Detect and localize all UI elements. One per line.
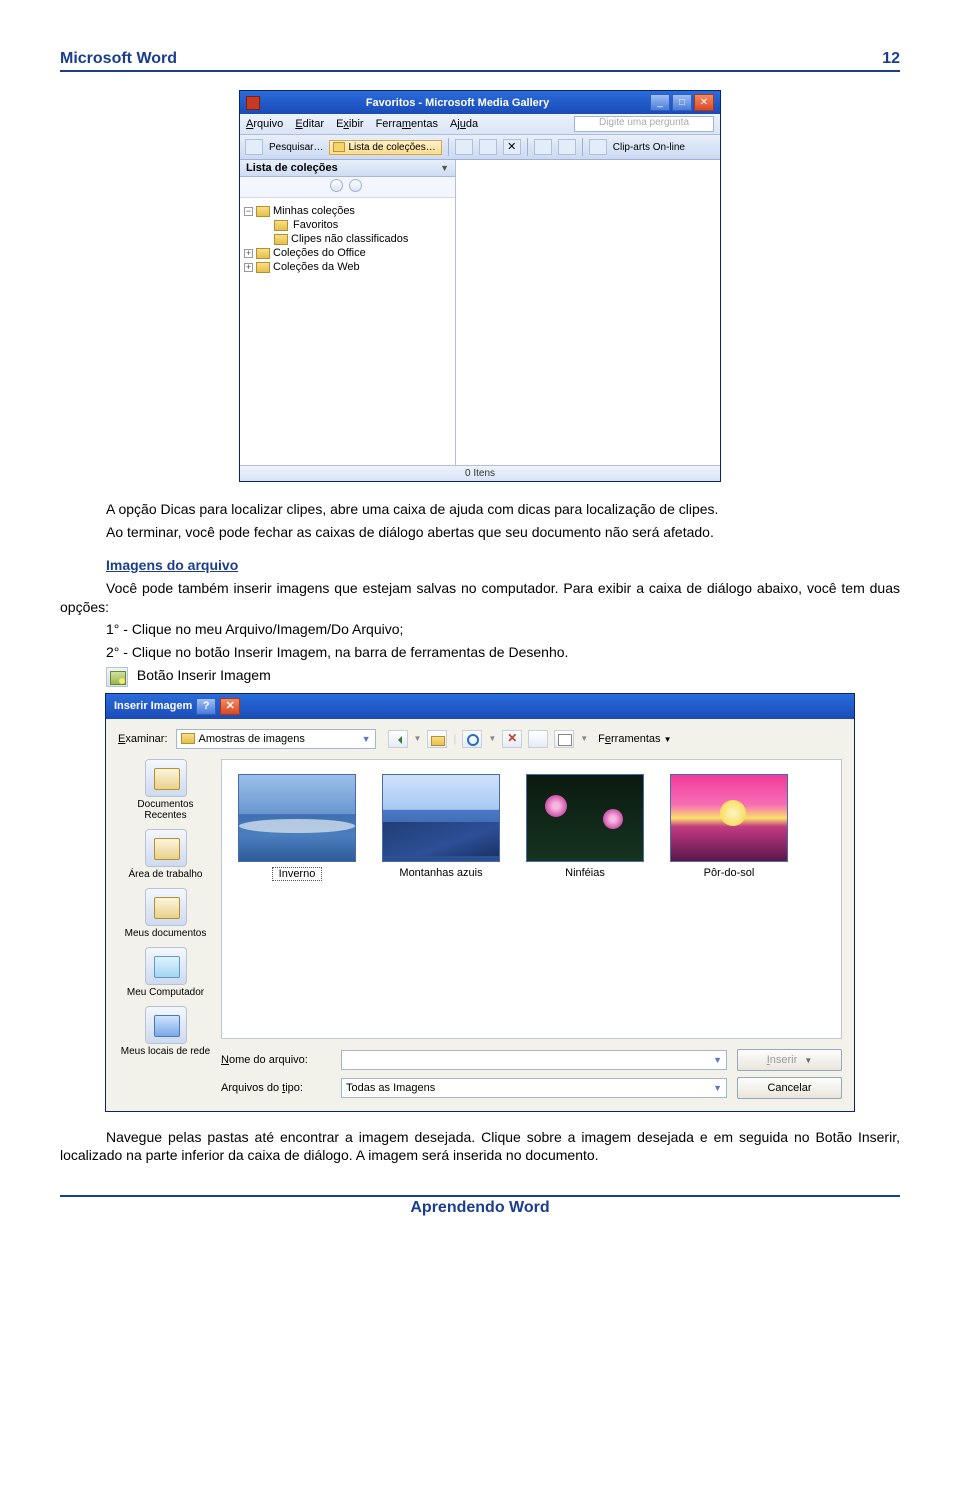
thumb-ninfeias[interactable]: Ninféias [526,774,644,879]
app-icon [246,96,260,110]
thumb-por-do-sol[interactable]: Pôr-do-sol [670,774,788,879]
views-icon[interactable] [554,730,574,748]
folder-icon [181,733,195,744]
menubar: Arquivo Editar Exibir Ferramentas Ajuda … [240,114,720,135]
place-mydocs[interactable]: Meus documentos [118,888,213,939]
list-icon[interactable] [534,139,552,155]
details-icon[interactable] [558,139,576,155]
place-desktop[interactable]: Área de trabalho [118,829,213,880]
nav-back-icon[interactable] [330,179,343,192]
delete-icon[interactable] [502,730,522,748]
places-bar: Documentos Recentes Área de trabalho Meu… [118,759,213,1099]
menu-ferramentas[interactable]: Ferramentas [376,118,438,130]
gallery-main-area [456,160,720,465]
ferramentas-menu[interactable]: Ferramentas ▼ [598,733,671,745]
place-mycomputer[interactable]: Meu Computador [118,947,213,998]
media-gallery-window: Favoritos - Microsoft Media Gallery _ □ … [239,90,721,482]
insert-image-dialog: Inserir Imagem ? ✕ Examinar: Amostras de… [105,693,855,1112]
back-icon[interactable] [388,730,408,748]
toolbar-pesquisar[interactable]: Pesquisar… [269,142,323,153]
dialog-titlebar[interactable]: Inserir Imagem ? ✕ [106,694,854,719]
titlebar[interactable]: Favoritos - Microsoft Media Gallery _ □ … [240,91,720,114]
tree-minhas-colecoes[interactable]: −Minhas coleções [244,204,451,218]
close-button[interactable]: ✕ [694,94,714,111]
inserir-button[interactable]: Inserir ▼ [737,1049,842,1071]
search-web-icon[interactable] [462,730,482,748]
list-item-1: 1° - Clique no meu Arquivo/Imagem/Do Arq… [106,620,900,639]
collection-tree: −Minhas coleções Favoritos Clipes não cl… [240,198,455,280]
tipo-dropdown[interactable]: Todas as Imagens▼ [341,1078,727,1098]
heading-imagens-arquivo: Imagens do arquivo [60,556,900,575]
globe-icon[interactable] [589,139,607,155]
paragraph-dicas: A opção Dicas para localizar clipes, abr… [60,500,900,519]
new-folder-icon[interactable] [528,730,548,748]
paragraph-inserir-imagens: Você pode também inserir imagens que est… [60,579,900,617]
thumb-image [382,774,500,862]
lookIn-bar: Examinar: Amostras de imagens ▼ ▼ | ▼ [118,729,842,749]
thumbnail-area: Inverno Montanhas azuis Ninféias Pô [221,759,842,1039]
header-title: Microsoft Word [60,50,177,68]
botao-inserir-imagem-label: Botão Inserir Imagem [106,666,900,686]
paragraph-navegue: Navegue pelas pastas até encontrar a ima… [60,1128,900,1166]
place-recent[interactable]: Documentos Recentes [118,759,213,821]
chevron-down-icon: ▼ [362,734,371,744]
toolbar-cliparts[interactable]: Clip-arts On-line [613,142,685,153]
tree-favoritos[interactable]: Favoritos [244,218,451,232]
thumb-image [526,774,644,862]
maximize-button[interactable]: □ [672,94,692,111]
close-button[interactable]: ✕ [220,698,240,715]
window-title: Favoritos - Microsoft Media Gallery [265,97,650,109]
page-number: 12 [882,50,900,68]
nav-fwd-icon[interactable] [349,179,362,192]
minimize-button[interactable]: _ [650,94,670,111]
thumb-inverno[interactable]: Inverno [238,774,356,881]
nav-toolbar: ▼ | ▼ ▼ Ferramentas ▼ [388,730,672,748]
list-item-2: 2° - Clique no botão Inserir Imagem, na … [106,643,900,662]
delete-icon[interactable]: ✕ [503,139,521,155]
toolbar: Pesquisar… Lista de coleções… ✕ Clip-art… [240,135,720,160]
paste-icon[interactable] [455,139,473,155]
tipo-label: Arquivos do tipo: [221,1082,331,1094]
search-icon[interactable] [245,139,263,155]
help-button[interactable]: ? [196,698,216,715]
thumb-image [238,774,356,862]
nome-label: Nome do arquivo: [221,1054,331,1066]
nome-input[interactable]: ▼ [341,1050,727,1070]
copy-icon[interactable] [479,139,497,155]
up-folder-icon[interactable] [427,730,447,748]
menu-ajuda[interactable]: Ajuda [450,118,478,130]
tree-clipes-nao-class[interactable]: Clipes não classificados [244,232,451,246]
insert-image-icon [106,667,128,687]
place-network[interactable]: Meus locais de rede [118,1006,213,1057]
examinar-label: Examinar: [118,733,168,745]
footer-title: Aprendendo Word [410,1199,549,1216]
side-panel: Lista de coleções▼ −Minhas coleções Favo… [240,160,456,465]
side-panel-title[interactable]: Lista de coleções▼ [240,160,455,177]
page-header: Microsoft Word 12 [60,50,900,72]
thumb-montanhas[interactable]: Montanhas azuis [382,774,500,879]
side-panel-nav [240,177,455,198]
ask-question-input[interactable]: Digite uma pergunta [574,116,714,132]
paragraph-terminar: Ao terminar, você pode fechar as caixas … [60,523,900,542]
examinar-dropdown[interactable]: Amostras de imagens ▼ [176,729,376,749]
field-grid: Nome do arquivo: ▼ Inserir ▼ Arquivos do… [221,1049,842,1099]
menu-arquivo[interactable]: Arquivo [246,118,283,130]
document-body: A opção Dicas para localizar clipes, abr… [60,500,900,687]
cancelar-button[interactable]: Cancelar [737,1077,842,1099]
menu-editar[interactable]: Editar [295,118,324,130]
page-footer: Aprendendo Word [60,1195,900,1217]
tree-colecoes-office[interactable]: +Coleções do Office [244,246,451,260]
thumb-image [670,774,788,862]
tree-colecoes-web[interactable]: +Coleções da Web [244,260,451,274]
dialog-title: Inserir Imagem [114,700,192,712]
toolbar-lista-colecoes[interactable]: Lista de coleções… [329,140,441,155]
document-body-2: Navegue pelas pastas até encontrar a ima… [60,1128,900,1166]
statusbar: 0 Itens [240,465,720,481]
menu-exibir[interactable]: Exibir [336,118,364,130]
